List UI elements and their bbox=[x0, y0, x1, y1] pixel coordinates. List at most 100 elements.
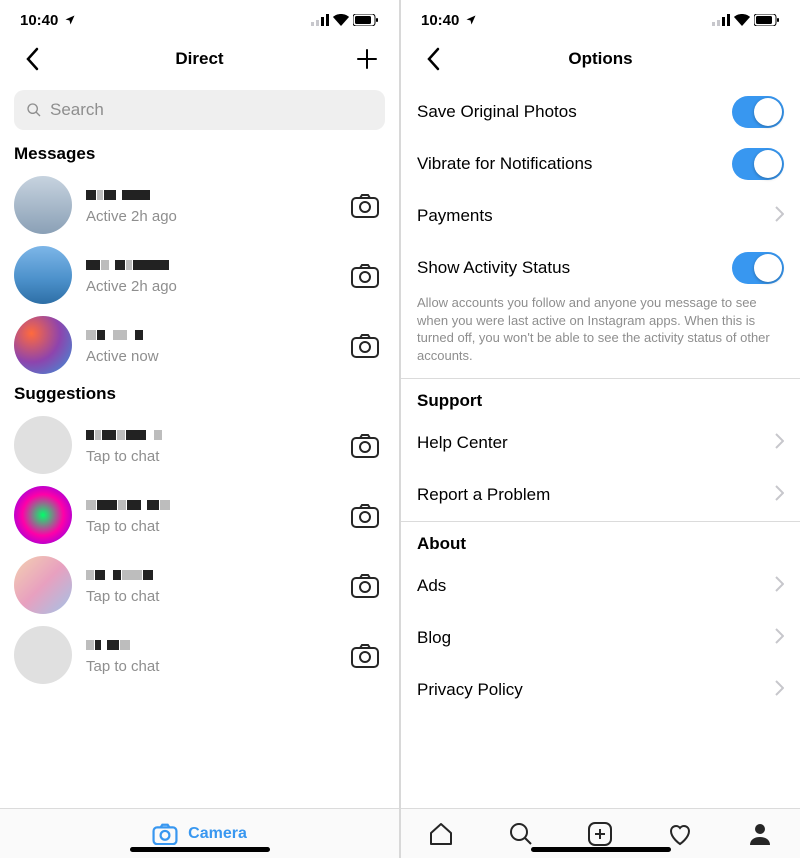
option-label: Help Center bbox=[417, 433, 508, 453]
option-label: Vibrate for Notifications bbox=[417, 154, 592, 174]
home-indicator bbox=[531, 847, 671, 852]
suggestion-row[interactable]: Tap to chat bbox=[0, 410, 399, 480]
options-screen: 10:40 Options Save Original Photos bbox=[401, 0, 800, 858]
camera-icon bbox=[152, 823, 178, 845]
option-label: Blog bbox=[417, 628, 451, 648]
plus-icon bbox=[355, 47, 379, 71]
toggle-save-photos[interactable] bbox=[732, 96, 784, 128]
camera-label: Camera bbox=[188, 825, 247, 843]
suggestion-row[interactable]: Tap to chat bbox=[0, 550, 399, 620]
tab-profile[interactable] bbox=[746, 820, 774, 848]
camera-icon bbox=[351, 433, 379, 458]
option-ads[interactable]: Ads bbox=[401, 560, 800, 612]
avatar[interactable] bbox=[14, 246, 72, 304]
camera-button[interactable] bbox=[345, 263, 385, 288]
nav-header: Options bbox=[401, 32, 800, 86]
tap-to-chat: Tap to chat bbox=[86, 588, 345, 605]
toggle-activity-status[interactable] bbox=[732, 252, 784, 284]
location-icon bbox=[465, 14, 477, 26]
username bbox=[86, 426, 345, 444]
status-bar: 10:40 bbox=[0, 0, 399, 32]
option-report-problem[interactable]: Report a Problem bbox=[401, 469, 800, 521]
back-button[interactable] bbox=[413, 39, 453, 79]
suggestion-row[interactable]: Tap to chat bbox=[0, 480, 399, 550]
camera-button[interactable] bbox=[345, 193, 385, 218]
chevron-left-icon bbox=[25, 47, 39, 71]
message-row[interactable]: Active now bbox=[0, 310, 399, 380]
conversation-list[interactable]: Messages Active 2h ago Active 2h ago bbox=[0, 140, 399, 808]
toggle-vibrate[interactable] bbox=[732, 148, 784, 180]
back-button[interactable] bbox=[12, 39, 52, 79]
activity-status: Active 2h ago bbox=[86, 278, 345, 295]
profile-icon bbox=[747, 821, 773, 847]
avatar[interactable] bbox=[14, 486, 72, 544]
home-icon bbox=[428, 821, 454, 847]
tab-activity[interactable] bbox=[666, 820, 694, 848]
avatar[interactable] bbox=[14, 176, 72, 234]
option-privacy-policy[interactable]: Privacy Policy bbox=[401, 664, 800, 716]
search-input[interactable]: Search bbox=[14, 90, 385, 130]
tap-to-chat: Tap to chat bbox=[86, 518, 345, 535]
activity-status: Active now bbox=[86, 348, 345, 365]
battery-icon bbox=[754, 14, 780, 26]
page-title: Options bbox=[453, 49, 748, 69]
direct-screen: 10:40 Direct Search M bbox=[0, 0, 399, 858]
avatar[interactable] bbox=[14, 316, 72, 374]
option-activity-status[interactable]: Show Activity Status bbox=[401, 242, 800, 294]
option-blog[interactable]: Blog bbox=[401, 612, 800, 664]
chevron-right-icon bbox=[775, 433, 784, 454]
message-row[interactable]: Active 2h ago bbox=[0, 240, 399, 310]
camera-button[interactable] bbox=[345, 433, 385, 458]
messages-header: Messages bbox=[0, 140, 399, 170]
support-header: Support bbox=[401, 379, 800, 417]
option-label: Payments bbox=[417, 206, 493, 226]
tap-to-chat: Tap to chat bbox=[86, 448, 345, 465]
tap-to-chat: Tap to chat bbox=[86, 658, 345, 675]
chevron-left-icon bbox=[426, 47, 440, 71]
username bbox=[86, 256, 345, 274]
location-icon bbox=[64, 14, 76, 26]
avatar[interactable] bbox=[14, 626, 72, 684]
chevron-right-icon bbox=[775, 485, 784, 506]
avatar[interactable] bbox=[14, 416, 72, 474]
camera-icon bbox=[351, 333, 379, 358]
option-payments[interactable]: Payments bbox=[401, 190, 800, 242]
camera-icon bbox=[351, 573, 379, 598]
heart-icon bbox=[667, 821, 693, 847]
chevron-right-icon bbox=[775, 576, 784, 597]
activity-status-description: Allow accounts you follow and anyone you… bbox=[401, 294, 800, 378]
tab-home[interactable] bbox=[427, 820, 455, 848]
option-save-photos[interactable]: Save Original Photos bbox=[401, 86, 800, 138]
chevron-right-icon bbox=[775, 206, 784, 227]
camera-button[interactable] bbox=[345, 573, 385, 598]
username bbox=[86, 636, 345, 654]
camera-icon bbox=[351, 503, 379, 528]
status-time: 10:40 bbox=[421, 12, 459, 29]
tab-search[interactable] bbox=[507, 820, 535, 848]
username bbox=[86, 566, 345, 584]
compose-button[interactable] bbox=[347, 39, 387, 79]
cellular-icon bbox=[712, 14, 730, 26]
option-label: Privacy Policy bbox=[417, 680, 523, 700]
camera-icon bbox=[351, 643, 379, 668]
options-list[interactable]: Save Original Photos Vibrate for Notific… bbox=[401, 86, 800, 808]
search-placeholder: Search bbox=[50, 100, 104, 120]
suggestion-row[interactable]: Tap to chat bbox=[0, 620, 399, 690]
search-icon bbox=[26, 102, 42, 118]
option-vibrate[interactable]: Vibrate for Notifications bbox=[401, 138, 800, 190]
search-icon bbox=[508, 821, 534, 847]
nav-header: Direct bbox=[0, 32, 399, 86]
tab-add[interactable] bbox=[586, 820, 614, 848]
camera-button[interactable] bbox=[345, 643, 385, 668]
camera-button[interactable] bbox=[345, 503, 385, 528]
option-label: Save Original Photos bbox=[417, 102, 577, 122]
status-time: 10:40 bbox=[20, 12, 58, 29]
camera-button[interactable] bbox=[345, 333, 385, 358]
option-help-center[interactable]: Help Center bbox=[401, 417, 800, 469]
avatar[interactable] bbox=[14, 556, 72, 614]
page-title: Direct bbox=[52, 49, 347, 69]
option-label: Report a Problem bbox=[417, 485, 550, 505]
add-post-icon bbox=[587, 821, 613, 847]
message-row[interactable]: Active 2h ago bbox=[0, 170, 399, 240]
home-indicator bbox=[130, 847, 270, 852]
